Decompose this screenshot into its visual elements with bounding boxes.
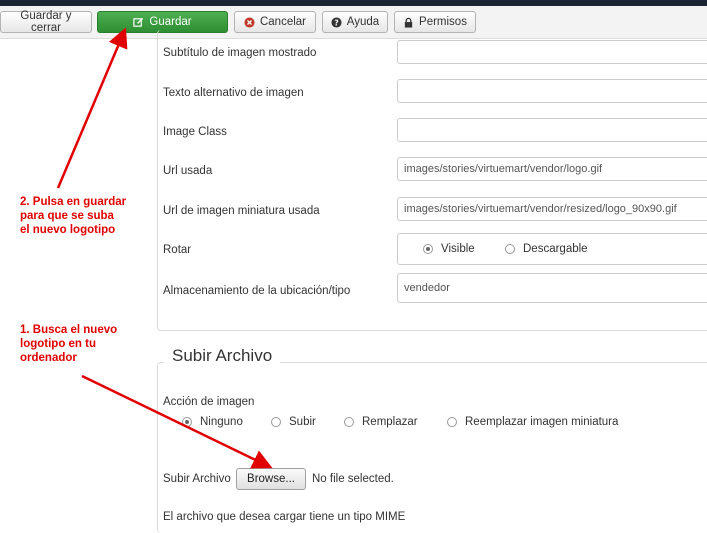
annotation-arrows	[56, 27, 273, 469]
arrow-to-save	[56, 27, 128, 189]
arrow-to-browse	[81, 374, 273, 469]
